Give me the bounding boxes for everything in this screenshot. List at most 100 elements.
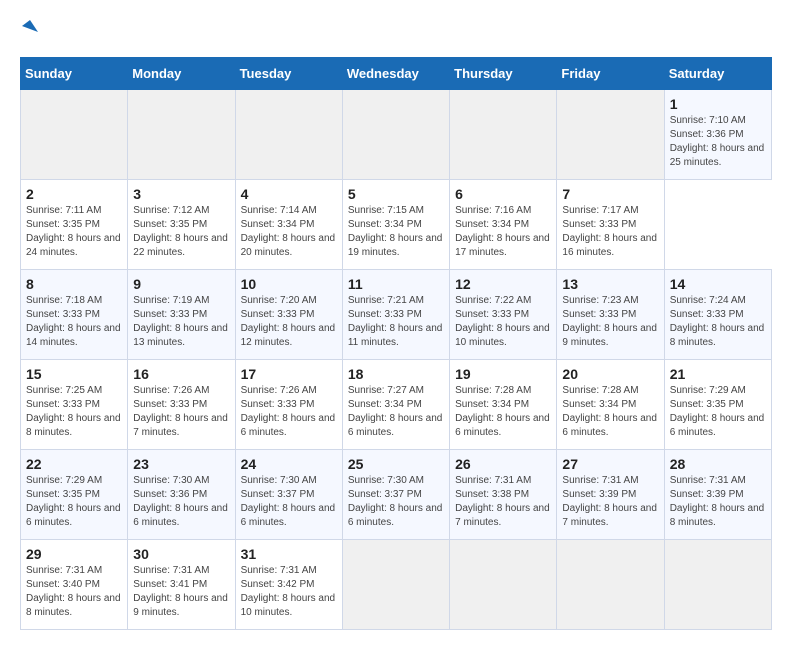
calendar-cell: 19 Sunrise: 7:28 AMSunset: 3:34 PMDayligh… [450,360,557,450]
day-detail: Sunrise: 7:25 AMSunset: 3:33 PMDaylight:… [26,385,121,438]
day-detail: Sunrise: 7:31 AMSunset: 3:40 PMDaylight:… [26,565,121,618]
day-number: 3 [133,186,229,202]
day-detail: Sunrise: 7:19 AMSunset: 3:33 PMDaylight:… [133,295,228,348]
calendar-cell [342,540,449,630]
day-number: 14 [670,276,766,292]
day-number: 23 [133,456,229,472]
day-number: 4 [241,186,337,202]
day-detail: Sunrise: 7:31 AMSunset: 3:38 PMDaylight:… [455,475,550,528]
calendar-cell [21,90,128,180]
calendar-cell: 20 Sunrise: 7:28 AMSunset: 3:34 PMDayligh… [557,360,664,450]
calendar-cell: 31 Sunrise: 7:31 AMSunset: 3:42 PMDayligh… [235,540,342,630]
day-number: 27 [562,456,658,472]
day-detail: Sunrise: 7:17 AMSunset: 3:33 PMDaylight:… [562,205,657,258]
day-detail: Sunrise: 7:30 AMSunset: 3:36 PMDaylight:… [133,475,228,528]
calendar-week-row: 15Sunrise: 7:25 AMSunset: 3:33 PMDayligh… [21,360,772,450]
calendar-cell: 22 Sunrise: 7:29 AMSunset: 3:35 PMDayligh… [21,450,128,540]
header-wednesday: Wednesday [342,58,449,90]
calendar-cell: 30 Sunrise: 7:31 AMSunset: 3:41 PMDayligh… [128,540,235,630]
calendar-cell [557,90,664,180]
calendar-week-row: 29Sunrise: 7:31 AMSunset: 3:40 PMDayligh… [21,540,772,630]
header-tuesday: Tuesday [235,58,342,90]
day-number: 5 [348,186,444,202]
day-number: 6 [455,186,551,202]
day-number: 7 [562,186,658,202]
day-detail: Sunrise: 7:10 AMSunset: 3:36 PMDaylight:… [670,115,765,168]
day-number: 9 [133,276,229,292]
day-detail: Sunrise: 7:30 AMSunset: 3:37 PMDaylight:… [348,475,443,528]
calendar-cell: 29Sunrise: 7:31 AMSunset: 3:40 PMDayligh… [21,540,128,630]
header-monday: Monday [128,58,235,90]
calendar-cell [128,90,235,180]
day-detail: Sunrise: 7:29 AMSunset: 3:35 PMDaylight:… [26,475,121,528]
calendar-cell: 27 Sunrise: 7:31 AMSunset: 3:39 PMDayligh… [557,450,664,540]
calendar-cell: 9 Sunrise: 7:19 AMSunset: 3:33 PMDaylight… [128,270,235,360]
day-detail: Sunrise: 7:21 AMSunset: 3:33 PMDaylight:… [348,295,443,348]
calendar-cell: 7 Sunrise: 7:17 AMSunset: 3:33 PMDaylight… [557,180,664,270]
page-header [20,20,772,41]
day-number: 10 [241,276,337,292]
day-number: 31 [241,546,337,562]
calendar-cell: 12Sunrise: 7:22 AMSunset: 3:33 PMDayligh… [450,270,557,360]
day-number: 26 [455,456,551,472]
day-detail: Sunrise: 7:16 AMSunset: 3:34 PMDaylight:… [455,205,550,258]
day-detail: Sunrise: 7:28 AMSunset: 3:34 PMDaylight:… [562,385,657,438]
day-detail: Sunrise: 7:31 AMSunset: 3:39 PMDaylight:… [562,475,657,528]
day-detail: Sunrise: 7:24 AMSunset: 3:33 PMDaylight:… [670,295,765,348]
calendar-cell: 15Sunrise: 7:25 AMSunset: 3:33 PMDayligh… [21,360,128,450]
day-detail: Sunrise: 7:23 AMSunset: 3:33 PMDaylight:… [562,295,657,348]
day-number: 28 [670,456,766,472]
day-detail: Sunrise: 7:31 AMSunset: 3:41 PMDaylight:… [133,565,228,618]
calendar-cell [664,540,771,630]
day-detail: Sunrise: 7:31 AMSunset: 3:42 PMDaylight:… [241,565,336,618]
calendar-cell: 11 Sunrise: 7:21 AMSunset: 3:33 PMDayligh… [342,270,449,360]
day-number: 20 [562,366,658,382]
calendar-cell [450,90,557,180]
day-number: 30 [133,546,229,562]
calendar-cell: 3 Sunrise: 7:12 AMSunset: 3:35 PMDaylight… [128,180,235,270]
calendar-cell: 25Sunrise: 7:30 AMSunset: 3:37 PMDayligh… [342,450,449,540]
day-number: 21 [670,366,766,382]
day-detail: Sunrise: 7:31 AMSunset: 3:39 PMDaylight:… [670,475,765,528]
calendar-cell: 17Sunrise: 7:26 AMSunset: 3:33 PMDayligh… [235,360,342,450]
header-thursday: Thursday [450,58,557,90]
day-detail: Sunrise: 7:12 AMSunset: 3:35 PMDaylight:… [133,205,228,258]
day-detail: Sunrise: 7:11 AMSunset: 3:35 PMDaylight:… [26,205,121,258]
day-detail: Sunrise: 7:22 AMSunset: 3:33 PMDaylight:… [455,295,550,348]
calendar-cell: 2 Sunrise: 7:11 AMSunset: 3:35 PMDaylight… [21,180,128,270]
calendar-cell [557,540,664,630]
calendar-cell: 18 Sunrise: 7:27 AMSunset: 3:34 PMDayligh… [342,360,449,450]
calendar-cell: 1Sunrise: 7:10 AMSunset: 3:36 PMDaylight… [664,90,771,180]
day-detail: Sunrise: 7:28 AMSunset: 3:34 PMDaylight:… [455,385,550,438]
day-detail: Sunrise: 7:14 AMSunset: 3:34 PMDaylight:… [241,205,336,258]
day-number: 13 [562,276,658,292]
calendar-cell: 6 Sunrise: 7:16 AMSunset: 3:34 PMDaylight… [450,180,557,270]
day-number: 24 [241,456,337,472]
calendar-cell: 8 Sunrise: 7:18 AMSunset: 3:33 PMDaylight… [21,270,128,360]
calendar-week-row: 1Sunrise: 7:10 AMSunset: 3:36 PMDaylight… [21,90,772,180]
day-number: 8 [26,276,122,292]
calendar-week-row: 22 Sunrise: 7:29 AMSunset: 3:35 PMDayligh… [21,450,772,540]
calendar-cell: 13 Sunrise: 7:23 AMSunset: 3:33 PMDayligh… [557,270,664,360]
day-detail: Sunrise: 7:18 AMSunset: 3:33 PMDaylight:… [26,295,121,348]
day-number: 18 [348,366,444,382]
day-number: 2 [26,186,122,202]
day-detail: Sunrise: 7:20 AMSunset: 3:33 PMDaylight:… [241,295,336,348]
calendar-cell: 21 Sunrise: 7:29 AMSunset: 3:35 PMDayligh… [664,360,771,450]
logo-bird-icon [22,18,38,34]
calendar-cell: 28 Sunrise: 7:31 AMSunset: 3:39 PMDayligh… [664,450,771,540]
header-friday: Friday [557,58,664,90]
calendar-week-row: 8 Sunrise: 7:18 AMSunset: 3:33 PMDaylight… [21,270,772,360]
day-detail: Sunrise: 7:15 AMSunset: 3:34 PMDaylight:… [348,205,443,258]
calendar-cell: 26 Sunrise: 7:31 AMSunset: 3:38 PMDayligh… [450,450,557,540]
calendar-cell: 4 Sunrise: 7:14 AMSunset: 3:34 PMDaylight… [235,180,342,270]
day-detail: Sunrise: 7:29 AMSunset: 3:35 PMDaylight:… [670,385,765,438]
day-number: 19 [455,366,551,382]
day-detail: Sunrise: 7:27 AMSunset: 3:34 PMDaylight:… [348,385,443,438]
day-number: 11 [348,276,444,292]
calendar-table: SundayMondayTuesdayWednesdayThursdayFrid… [20,57,772,630]
calendar-cell: 14 Sunrise: 7:24 AMSunset: 3:33 PMDayligh… [664,270,771,360]
day-number: 16 [133,366,229,382]
day-number: 22 [26,456,122,472]
calendar-cell [342,90,449,180]
